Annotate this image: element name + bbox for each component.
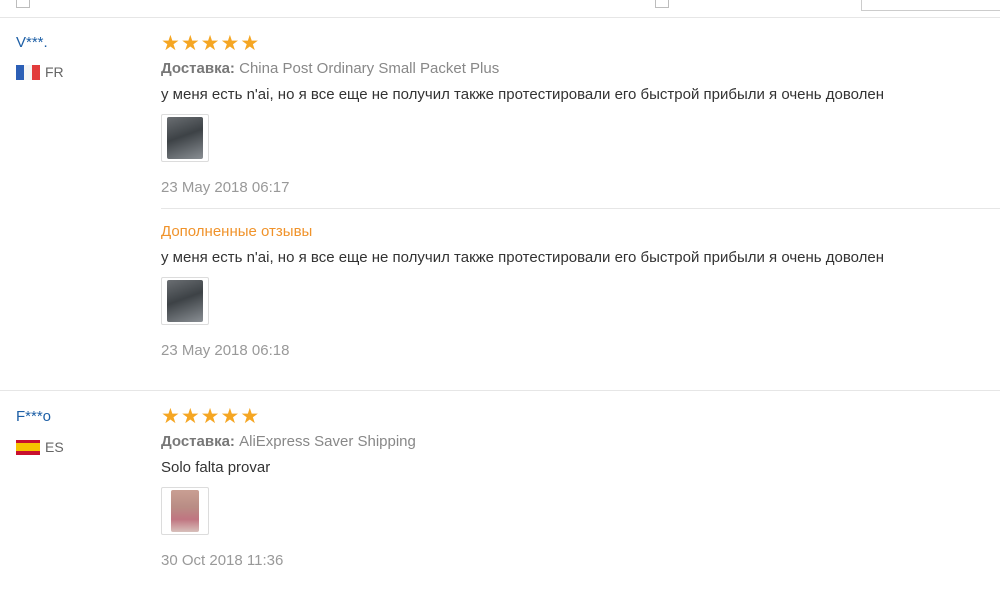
- review-photo-thumbnail[interactable]: [161, 277, 209, 325]
- france-flag-icon: [16, 64, 40, 80]
- additional-review-date: 23 May 2018 06:18: [161, 342, 290, 359]
- review-content: ★ ★ ★ ★ ★ Доставка: AliExpress Saver Shi…: [161, 405, 1000, 569]
- shipping-label: Доставка:: [161, 60, 235, 77]
- shipping-info: Доставка: AliExpress Saver Shipping: [161, 433, 1000, 450]
- reviewer-country: ES: [16, 439, 64, 455]
- review-photo-thumbnail[interactable]: [161, 114, 209, 162]
- reviewer-name: F***o: [16, 408, 52, 425]
- additional-review-title: Дополненные отзывы: [161, 223, 313, 240]
- star-icon: ★: [220, 32, 240, 55]
- additional-review-text: у меня есть n'ai, но я все еще не получи…: [161, 249, 885, 266]
- review-photo-thumbnail[interactable]: [161, 487, 209, 535]
- review-item: V***. FR ★ ★ ★ ★ ★ Доставка: China Post …: [0, 18, 1000, 391]
- reviewer-name: V***.: [16, 34, 48, 51]
- review-item: F***o ES ★ ★ ★ ★ ★ Доставка: AliExpress …: [0, 391, 1000, 591]
- star-rating: ★ ★ ★ ★ ★: [161, 32, 1000, 55]
- filter-checkbox[interactable]: [16, 0, 30, 8]
- star-icon: ★: [180, 32, 200, 55]
- review-text: Solo falta provar: [161, 459, 271, 476]
- spain-flag-icon: [16, 439, 40, 455]
- photo-image: [167, 117, 203, 159]
- review-date: 23 May 2018 06:17: [161, 179, 290, 196]
- star-icon: ★: [240, 405, 260, 428]
- review-content: ★ ★ ★ ★ ★ Доставка: China Post Ordinary …: [161, 32, 1000, 359]
- country-code: FR: [45, 64, 64, 80]
- sort-select[interactable]: [861, 0, 1000, 11]
- divider: [161, 208, 1000, 209]
- star-icon: ★: [220, 405, 240, 428]
- filter-toolbar: [0, 0, 1000, 18]
- star-icon: ★: [161, 405, 180, 428]
- star-icon: ★: [180, 405, 200, 428]
- star-icon: ★: [200, 405, 220, 428]
- review-date: 30 Oct 2018 11:36: [161, 552, 284, 569]
- shipping-info: Доставка: China Post Ordinary Small Pack…: [161, 60, 1000, 77]
- review-text: у меня есть n'ai, но я все еще не получи…: [161, 86, 885, 103]
- shipping-label: Доставка:: [161, 433, 235, 450]
- star-icon: ★: [161, 32, 180, 55]
- shipping-method: China Post Ordinary Small Packet Plus: [239, 60, 500, 77]
- shipping-method: AliExpress Saver Shipping: [239, 433, 416, 450]
- star-rating: ★ ★ ★ ★ ★: [161, 405, 1000, 428]
- photo-image: [171, 490, 199, 532]
- star-icon: ★: [200, 32, 220, 55]
- filter-checkbox[interactable]: [655, 0, 669, 8]
- photo-image: [167, 280, 203, 322]
- star-icon: ★: [240, 32, 260, 55]
- reviewer-country: FR: [16, 64, 64, 80]
- country-code: ES: [45, 439, 64, 455]
